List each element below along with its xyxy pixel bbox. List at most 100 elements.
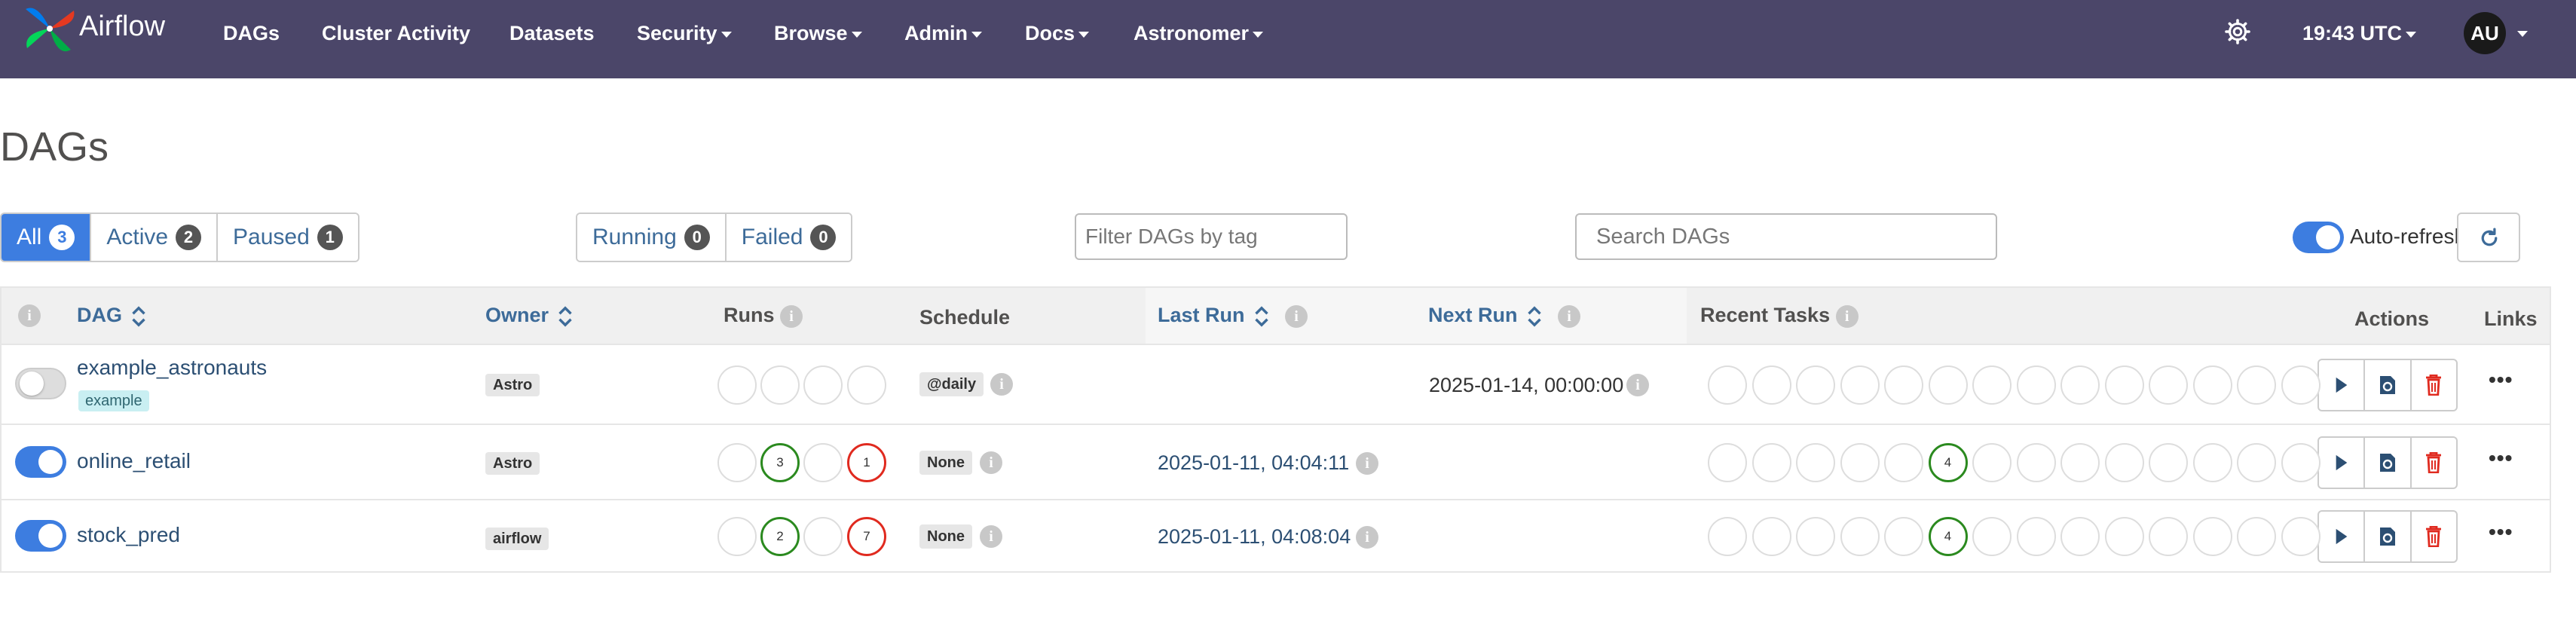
info-icon[interactable]: i [1356, 452, 1378, 475]
delete-dag-button[interactable] [2412, 438, 2456, 488]
info-icon[interactable]: i [1835, 304, 1859, 328]
owner-badge[interactable]: Astro [485, 374, 540, 396]
run-status-failed[interactable]: 7 [847, 517, 886, 556]
last-run-link[interactable]: 2025-01-11, 04:04:11 [1158, 451, 1349, 475]
nav-docs[interactable]: Docs [1025, 21, 1090, 45]
task-status-circle[interactable] [2237, 517, 2276, 556]
nav-dags[interactable]: DAGs [223, 21, 280, 45]
chevron-down-icon[interactable] [2517, 31, 2528, 37]
task-status-circle[interactable] [2192, 365, 2232, 405]
trigger-dag-button[interactable] [2319, 512, 2366, 561]
more-links-icon[interactable]: ••• [2489, 368, 2513, 392]
info-icon[interactable]: i [18, 304, 41, 327]
run-status-queued[interactable] [717, 517, 757, 556]
task-status-circle[interactable] [2060, 443, 2100, 482]
info-icon[interactable]: i [1285, 304, 1308, 328]
last-run-link[interactable]: 2025-01-11, 04:08:04 [1158, 525, 1351, 549]
run-status-running[interactable] [803, 517, 843, 556]
filter-running-button[interactable]: Running 0 [577, 214, 727, 261]
schedule-badge[interactable]: None [919, 524, 972, 549]
filter-paused-button[interactable]: Paused 1 [218, 214, 358, 261]
header-owner[interactable]: Owner [485, 302, 573, 328]
task-status-circle[interactable] [1751, 365, 1791, 405]
auto-refresh-toggle[interactable] [2293, 222, 2344, 253]
info-icon[interactable]: i [780, 304, 803, 328]
refresh-button[interactable] [2457, 213, 2520, 262]
dag-tag[interactable]: example [78, 390, 149, 411]
task-status-circle[interactable]: 4 [1928, 517, 1968, 556]
nav-astronomer[interactable]: Astronomer [1134, 21, 1264, 45]
task-status-circle[interactable] [1972, 365, 2012, 405]
task-status-circle[interactable] [2060, 365, 2100, 405]
task-status-circle[interactable] [1708, 443, 1747, 482]
dag-link[interactable]: stock_pred [77, 523, 180, 547]
task-status-circle[interactable] [1840, 365, 1880, 405]
reparse-dag-button[interactable] [2365, 438, 2412, 488]
task-status-circle[interactable] [1751, 517, 1791, 556]
run-status-success[interactable]: 3 [760, 443, 800, 482]
info-icon[interactable]: i [1356, 526, 1378, 549]
dag-link[interactable]: online_retail [77, 449, 191, 473]
task-status-circle[interactable] [1884, 443, 1923, 482]
run-status-success[interactable]: 2 [760, 517, 800, 556]
task-status-circle[interactable] [1796, 517, 1835, 556]
dag-pause-toggle[interactable] [15, 520, 66, 552]
task-status-circle[interactable] [2060, 517, 2100, 556]
delete-dag-button[interactable] [2412, 360, 2456, 410]
task-status-circle[interactable] [1972, 443, 2012, 482]
task-status-circle[interactable] [2281, 443, 2321, 482]
task-status-circle[interactable] [2016, 365, 2056, 405]
run-status-running[interactable] [803, 443, 843, 482]
task-status-circle[interactable] [2149, 517, 2188, 556]
nav-admin[interactable]: Admin [904, 21, 982, 45]
schedule-badge[interactable]: @daily [919, 372, 984, 396]
nav-security[interactable]: Security [637, 21, 732, 45]
delete-dag-button[interactable] [2412, 512, 2456, 561]
task-status-circle[interactable] [1840, 443, 1880, 482]
task-status-circle[interactable] [2281, 365, 2321, 405]
trigger-dag-button[interactable] [2319, 360, 2366, 410]
info-icon[interactable]: i [1626, 374, 1649, 396]
task-status-circle[interactable] [2149, 443, 2188, 482]
header-last-run[interactable]: Last Run i [1158, 302, 1308, 328]
more-links-icon[interactable]: ••• [2489, 520, 2513, 544]
info-icon[interactable]: i [980, 525, 1002, 548]
run-status-failed[interactable] [847, 365, 886, 405]
reparse-dag-button[interactable] [2365, 512, 2412, 561]
run-status-queued[interactable] [717, 365, 757, 405]
reparse-dag-button[interactable] [2365, 360, 2412, 410]
gear-icon[interactable] [2224, 18, 2251, 45]
dag-link[interactable]: example_astronauts [77, 356, 267, 380]
task-status-circle[interactable] [1972, 517, 2012, 556]
filter-active-button[interactable]: Active 2 [91, 214, 219, 261]
owner-badge[interactable]: Astro [485, 452, 540, 475]
task-status-circle[interactable] [2192, 443, 2232, 482]
task-status-circle[interactable] [2104, 443, 2144, 482]
task-status-circle[interactable] [1840, 517, 1880, 556]
info-icon[interactable]: i [980, 451, 1002, 474]
brand-name[interactable]: Airflow [79, 11, 165, 43]
task-status-circle[interactable] [1751, 443, 1791, 482]
header-next-run[interactable]: Next Run i [1428, 302, 1581, 328]
dag-pause-toggle[interactable] [15, 446, 66, 478]
filter-all-button[interactable]: All 3 [2, 214, 92, 261]
run-status-queued[interactable] [717, 443, 757, 482]
header-dag[interactable]: DAG [77, 302, 146, 328]
airflow-logo-icon[interactable] [21, 2, 78, 56]
info-icon[interactable]: i [990, 373, 1013, 396]
task-status-circle[interactable] [1928, 365, 1968, 405]
task-status-circle[interactable] [2237, 365, 2276, 405]
task-status-circle[interactable] [2149, 365, 2188, 405]
task-status-circle[interactable] [1708, 517, 1747, 556]
nav-browse[interactable]: Browse [774, 21, 862, 45]
task-status-circle[interactable] [2192, 517, 2232, 556]
nav-cluster-activity[interactable]: Cluster Activity [322, 21, 470, 45]
dag-pause-toggle[interactable] [15, 368, 66, 399]
task-status-circle[interactable] [1796, 365, 1835, 405]
run-status-success[interactable] [760, 365, 800, 405]
info-icon[interactable]: i [1558, 304, 1581, 328]
run-status-failed[interactable]: 1 [847, 443, 886, 482]
clock-dropdown[interactable]: 19:43 UTC [2302, 21, 2417, 45]
task-status-circle[interactable] [2237, 443, 2276, 482]
task-status-circle[interactable] [1884, 517, 1923, 556]
